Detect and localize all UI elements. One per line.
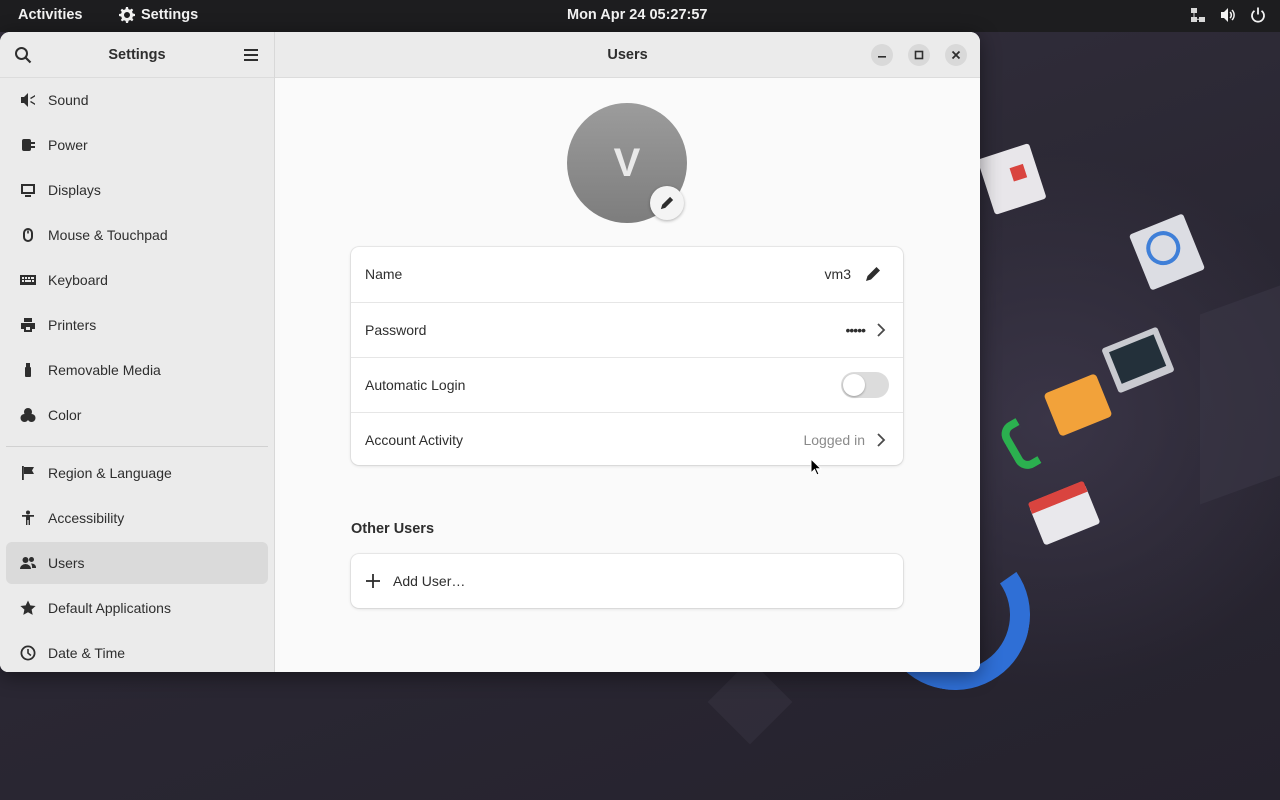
sidebar-item-label: Region & Language <box>48 465 172 481</box>
wallpaper-magnifier-icon <box>1128 213 1206 291</box>
user-details-card: Name vm3 Password ••••• Automatic Login … <box>351 247 903 465</box>
sidebar-header: Settings <box>0 32 274 78</box>
password-row[interactable]: Password ••••• <box>351 302 903 356</box>
display-icon <box>20 182 36 198</box>
gear-icon <box>119 7 135 23</box>
minimize-icon <box>878 56 886 58</box>
sidebar-item-label: Date & Time <box>48 645 126 661</box>
settings-window: Settings Sound Power Displays Mouse & To… <box>0 32 980 672</box>
other-users-card: Add User… <box>351 554 903 608</box>
automatic-login-label: Automatic Login <box>365 376 466 393</box>
clock-icon <box>20 645 36 661</box>
pencil-icon <box>660 196 674 210</box>
users-icon <box>20 555 36 571</box>
content-header: Users <box>275 32 980 78</box>
avatar-initial: V <box>613 140 641 185</box>
sidebar-item-label: Default Applications <box>48 600 171 616</box>
sidebar-item-label: Color <box>48 407 82 423</box>
sidebar-item-label: Keyboard <box>48 272 108 288</box>
wallpaper-mail-icon <box>1027 480 1101 546</box>
password-label: Password <box>365 321 427 338</box>
sidebar-item-default-applications[interactable]: Default Applications <box>6 587 268 629</box>
flag-icon <box>20 465 36 481</box>
toggle-knob <box>843 373 865 396</box>
speaker-icon <box>20 92 36 108</box>
sidebar-item-color[interactable]: Color <box>6 394 268 436</box>
activities-button[interactable]: Activities <box>18 7 82 23</box>
app-menu-label: Settings <box>141 7 199 23</box>
top-bar: Activities Settings Mon Apr 24 05:27:57 <box>0 0 1280 32</box>
app-menu-button[interactable]: Settings <box>119 7 198 23</box>
close-button[interactable] <box>945 44 967 66</box>
system-tray[interactable] <box>1190 7 1266 23</box>
sidebar-item-power[interactable]: Power <box>6 124 268 166</box>
content-pane: Users V Name vm3 Password ••••• Automati… <box>275 32 980 672</box>
wallpaper-shape <box>1200 285 1280 505</box>
name-label: Name <box>365 266 403 282</box>
star-icon <box>20 600 36 616</box>
sidebar-title: Settings <box>108 46 166 63</box>
sidebar-item-label: Printers <box>48 317 97 333</box>
power-icon[interactable] <box>1250 7 1266 23</box>
page-title: Users <box>607 46 648 63</box>
usb-icon <box>20 362 36 378</box>
sidebar-item-keyboard[interactable]: Keyboard <box>6 259 268 301</box>
sidebar-item-users[interactable]: Users <box>6 542 268 584</box>
minimize-button[interactable] <box>871 44 893 66</box>
wallpaper-phone-icon <box>996 417 1042 475</box>
chevron-right-icon <box>877 322 886 337</box>
network-icon[interactable] <box>1190 7 1206 23</box>
name-value: vm3 <box>824 266 851 282</box>
name-row: Name vm3 <box>351 247 903 301</box>
close-icon <box>951 50 961 60</box>
mouse-pointer-icon <box>810 458 822 476</box>
automatic-login-toggle[interactable] <box>841 371 889 398</box>
password-value: ••••• <box>845 321 865 338</box>
sidebar-item-accessibility[interactable]: Accessibility <box>6 497 268 539</box>
keyboard-icon <box>20 272 36 288</box>
add-user-label: Add User… <box>393 573 466 589</box>
sidebar-item-label: Sound <box>48 92 89 108</box>
sidebar-item-label: Power <box>48 137 88 153</box>
account-activity-label: Account Activity <box>365 431 464 448</box>
sidebar-item-label: Mouse & Touchpad <box>48 227 168 243</box>
sidebar-item-region-language[interactable]: Region & Language <box>6 452 268 494</box>
sidebar-item-printers[interactable]: Printers <box>6 304 268 346</box>
wallpaper-shape <box>707 659 793 745</box>
maximize-button[interactable] <box>908 44 930 66</box>
sidebar-item-date-time[interactable]: Date & Time <box>6 632 268 672</box>
add-user-button[interactable]: Add User… <box>351 554 903 608</box>
wallpaper-document-icon <box>977 143 1047 215</box>
mouse-icon <box>20 227 36 243</box>
sidebar-item-mouse-touchpad[interactable]: Mouse & Touchpad <box>6 214 268 256</box>
chevron-right-icon <box>877 432 886 447</box>
printer-icon <box>20 317 36 333</box>
power-plug-icon <box>20 137 36 153</box>
wallpaper-radio-icon <box>1043 373 1113 437</box>
sidebar-item-label: Accessibility <box>48 510 125 526</box>
pencil-icon[interactable] <box>865 266 881 282</box>
automatic-login-row: Automatic Login <box>351 357 903 411</box>
sidebar-item-sound[interactable]: Sound <box>6 79 268 121</box>
hamburger-menu-icon[interactable] <box>242 46 260 64</box>
accessibility-icon <box>20 510 36 526</box>
sidebar-item-label: Users <box>48 555 85 571</box>
sidebar-item-label: Displays <box>48 182 101 198</box>
edit-avatar-button[interactable] <box>650 186 684 220</box>
sidebar-item-displays[interactable]: Displays <box>6 169 268 211</box>
maximize-icon <box>914 50 924 60</box>
sidebar-item-removable-media[interactable]: Removable Media <box>6 349 268 391</box>
sidebar-item-label: Removable Media <box>48 362 161 378</box>
other-users-heading: Other Users <box>351 521 435 537</box>
search-icon[interactable] <box>14 46 32 64</box>
clock[interactable]: Mon Apr 24 05:27:57 <box>567 7 707 23</box>
wallpaper-monitor-icon <box>1101 326 1175 394</box>
account-activity-value: Logged in <box>803 431 865 448</box>
volume-icon[interactable] <box>1220 7 1236 23</box>
plus-icon <box>366 574 380 588</box>
sidebar: Settings Sound Power Displays Mouse & To… <box>0 32 275 672</box>
sidebar-divider <box>6 446 268 447</box>
color-icon <box>20 407 36 423</box>
